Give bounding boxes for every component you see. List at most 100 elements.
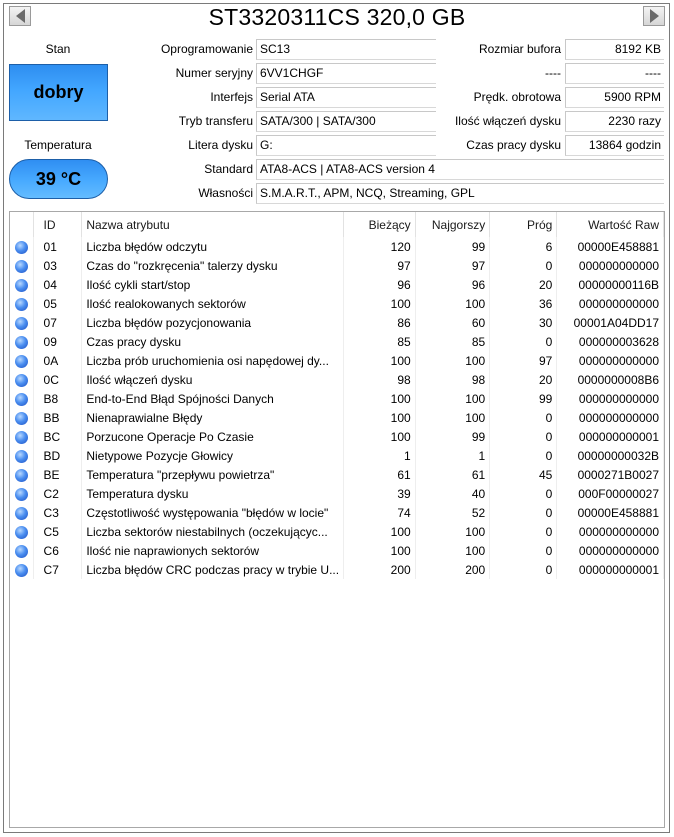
attribute-name: Ilość nie naprawionych sektorów [81, 541, 345, 560]
attribute-current: 100 [343, 351, 416, 370]
attribute-id: BB [33, 408, 83, 427]
attribute-current: 100 [343, 427, 416, 446]
blue-status-icon [14, 430, 28, 444]
table-row[interactable]: C5 Liczba sektorów niestabilnych (oczekuj… [10, 522, 664, 541]
buffer-size-field: 8192 KB [565, 39, 664, 60]
column-header-threshold[interactable]: Próg [489, 212, 558, 237]
attribute-name: Ilość realokowanych sektorów [81, 294, 345, 313]
table-row[interactable]: 09 Czas pracy dysku 85 85 0 000000003628 [10, 332, 664, 351]
attribute-worst: 98 [415, 370, 491, 389]
status-dot-icon [10, 256, 34, 275]
attribute-worst: 99 [415, 427, 491, 446]
blue-status-icon [14, 259, 28, 273]
column-header-icon[interactable] [10, 212, 34, 237]
attribute-worst: 60 [415, 313, 491, 332]
table-row[interactable]: 04 Ilość cykli start/stop 96 96 20 0000000011… [10, 275, 664, 294]
attribute-current: 96 [343, 275, 416, 294]
attribute-raw: 000000000000 [556, 351, 664, 370]
disk-title: ST3320311CS 320,0 GB [208, 4, 466, 30]
attribute-name: Nienaprawialne Błędy [81, 408, 345, 427]
attribute-name: Częstotliwość występowania "błędów w loc… [81, 503, 345, 522]
attribute-name: Temperatura "przepływu powietrza" [81, 465, 345, 484]
attribute-raw: 00000E458881 [556, 237, 664, 256]
smart-attributes-list[interactable]: ID Nazwa atrybutu Bieżący Najgorszy Próg… [9, 211, 665, 828]
column-header-id[interactable]: ID [33, 212, 83, 237]
blue-status-icon [14, 316, 28, 330]
attribute-raw: 00000000032B [556, 446, 664, 465]
attribute-threshold: 0 [489, 446, 558, 465]
health-status-button[interactable]: dobry [9, 64, 108, 121]
column-header-current[interactable]: Bieżący [343, 212, 416, 237]
attribute-name: Liczba błędów pozycjonowania [81, 313, 345, 332]
status-dot-icon [10, 275, 34, 294]
table-row[interactable]: 01 Liczba błędów odczytu 120 99 6 00000E45888… [10, 237, 664, 256]
column-header-raw[interactable]: Wartość Raw [556, 212, 664, 237]
column-header-worst[interactable]: Najgorszy [415, 212, 491, 237]
attribute-threshold: 0 [489, 427, 558, 446]
attribute-current: 100 [343, 389, 416, 408]
table-header-row: ID Nazwa atrybutu Bieżący Najgorszy Próg… [10, 212, 664, 237]
blue-status-icon [14, 506, 28, 520]
attribute-current: 100 [343, 408, 416, 427]
attribute-worst: 85 [415, 332, 491, 351]
table-row[interactable]: C3 Częstotliwość występowania "błędów w l… [10, 503, 664, 522]
table-row[interactable]: 0C Ilość włączeń dysku 98 98 20 0000000008B6 [10, 370, 664, 389]
attribute-raw: 000000000001 [556, 560, 664, 579]
serial-label: Numer seryjny [175, 66, 253, 80]
attribute-name: End-to-End Błąd Spójności Danych [81, 389, 345, 408]
status-dot-icon [10, 446, 34, 465]
table-row[interactable]: B8 End-to-End Błąd Spójności Danych 100 100… [10, 389, 664, 408]
table-row[interactable]: C6 Ilość nie naprawionych sektorów 100 100 0… [10, 541, 664, 560]
unknown-field: ---- [565, 63, 664, 84]
blue-status-icon [14, 240, 28, 254]
transfer-mode-field: SATA/300 | SATA/300 [256, 111, 436, 132]
blue-status-icon [14, 487, 28, 501]
attribute-id: C6 [33, 541, 83, 560]
attribute-current: 100 [343, 522, 416, 541]
blue-status-icon [14, 335, 28, 349]
table-row[interactable]: BE Temperatura "przepływu powietrza" 61 61 4… [10, 465, 664, 484]
attribute-id: 0C [33, 370, 83, 389]
attribute-worst: 100 [415, 541, 491, 560]
blue-status-icon [14, 449, 28, 463]
table-row[interactable]: 03 Czas do "rozkręcenia" talerzy dysku 97 9… [10, 256, 664, 275]
attribute-threshold: 0 [489, 408, 558, 427]
firmware-label: Oprogramowanie [160, 42, 253, 56]
column-header-name[interactable]: Nazwa atrybutu [81, 212, 345, 237]
attribute-worst: 40 [415, 484, 491, 503]
attribute-id: 04 [33, 275, 83, 294]
blue-status-icon [14, 525, 28, 539]
table-row[interactable]: BD Nietypowe Pozycje Głowicy 1 1 0 0000000003… [10, 446, 664, 465]
table-row[interactable]: 07 Liczba błędów pozycjonowania 86 60 30 0000… [10, 313, 664, 332]
status-dot-icon [10, 408, 34, 427]
attribute-raw: 0000000008B6 [556, 370, 664, 389]
table-row[interactable]: 05 Ilość realokowanych sektorów 100 100 36 00… [10, 294, 664, 313]
table-row[interactable]: BC Porzucone Operacje Po Czasie 100 99 0 0000… [10, 427, 664, 446]
table-row[interactable]: BB Nienaprawialne Błędy 100 100 0 00000000000… [10, 408, 664, 427]
status-dot-icon [10, 332, 34, 351]
table-row[interactable]: 0A Liczba prób uruchomienia osi napędowej… [10, 351, 664, 370]
attribute-worst: 97 [415, 256, 491, 275]
attribute-raw: 000000000000 [556, 256, 664, 275]
attribute-current: 85 [343, 332, 416, 351]
standard-label: Standard [204, 162, 253, 176]
attribute-id: C5 [33, 522, 83, 541]
attribute-raw: 00001A04DD17 [556, 313, 664, 332]
drive-letter-label: Litera dysku [188, 138, 253, 152]
status-dot-icon [10, 560, 34, 579]
buffer-size-label: Rozmiar bufora [478, 42, 561, 56]
attribute-name: Czas do "rozkręcenia" talerzy dysku [81, 256, 345, 275]
temperature-badge[interactable]: 39 °C [9, 159, 108, 199]
attribute-threshold: 0 [489, 484, 558, 503]
attribute-worst: 61 [415, 465, 491, 484]
attribute-id: 05 [33, 294, 83, 313]
table-row[interactable]: C2 Temperatura dysku 39 40 0 000F00000027 [10, 484, 664, 503]
blue-status-icon [14, 544, 28, 558]
table-row[interactable]: C7 Liczba błędów CRC podczas pracy w tryb… [10, 560, 664, 579]
attribute-id: BE [33, 465, 83, 484]
attribute-id: B8 [33, 389, 83, 408]
attribute-raw: 000F00000027 [556, 484, 664, 503]
blue-status-icon [14, 563, 28, 577]
features-label: Własności [198, 186, 253, 200]
attribute-threshold: 0 [489, 256, 558, 275]
